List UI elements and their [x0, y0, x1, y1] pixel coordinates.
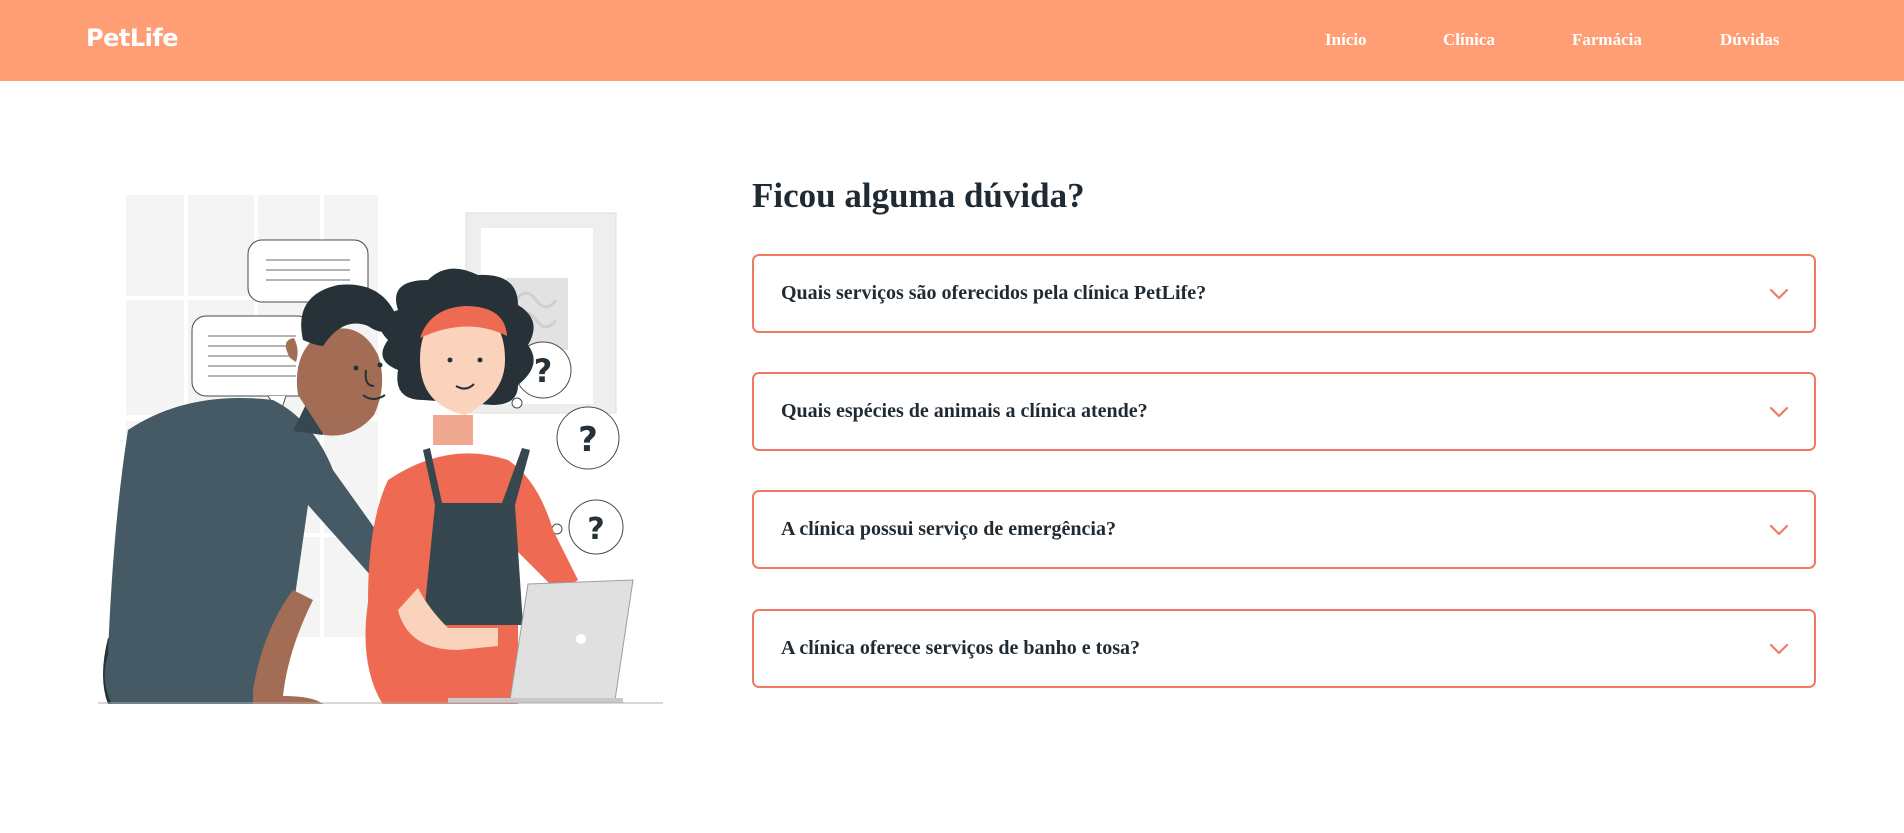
nav-links: Início Clínica Farmácia Dúvidas [0, 30, 1904, 54]
faq-question: A clínica possui serviço de emergência? [781, 518, 1116, 540]
chevron-down-icon[interactable] [1769, 524, 1789, 536]
svg-text:?: ? [534, 352, 553, 390]
svg-text:?: ? [587, 512, 604, 547]
illustration-svg: ? ? ? [98, 195, 663, 715]
faq-item-emergencia[interactable]: A clínica possui serviço de emergência? [752, 490, 1816, 569]
chevron-down-icon[interactable] [1769, 643, 1789, 655]
page-title: Ficou alguma dúvida? [752, 176, 1085, 215]
faq-question: Quais espécies de animais a clínica aten… [781, 400, 1148, 422]
svg-text:?: ? [578, 420, 598, 460]
faq-item-especies[interactable]: Quais espécies de animais a clínica aten… [752, 372, 1816, 451]
nav-link-inicio[interactable]: Início [1325, 30, 1367, 50]
faq-question: Quais serviços são oferecidos pela clíni… [781, 282, 1207, 304]
chevron-down-icon[interactable] [1769, 288, 1789, 300]
chevron-down-icon[interactable] [1769, 406, 1789, 418]
faq-question: A clínica oferece serviços de banho e to… [781, 637, 1141, 659]
faq-item-banho-tosa[interactable]: A clínica oferece serviços de banho e to… [752, 609, 1816, 688]
nav-link-farmacia[interactable]: Farmácia [1572, 30, 1642, 50]
faq-item-servicos[interactable]: Quais serviços são oferecidos pela clíni… [752, 254, 1816, 333]
nav-link-duvidas[interactable]: Dúvidas [1720, 30, 1780, 50]
nav-link-clinica[interactable]: Clínica [1443, 30, 1495, 50]
faq-illustration: ? ? ? [98, 190, 668, 715]
navbar: PetLife Início Clínica Farmácia Dúvidas [0, 0, 1904, 81]
